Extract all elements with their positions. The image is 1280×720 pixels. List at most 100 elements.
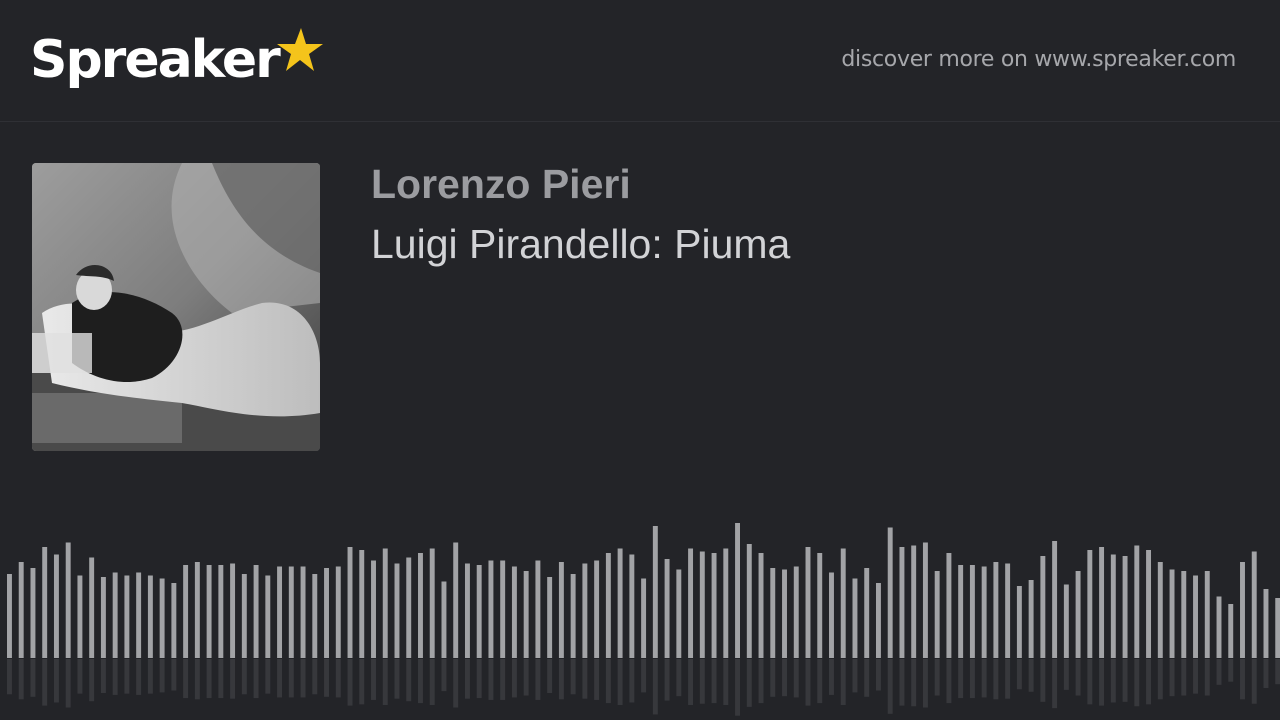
waveform-bar (1240, 562, 1245, 658)
waveform-bar-reflection (570, 659, 576, 695)
waveform-bar-reflection (300, 659, 306, 698)
waveform-bar (42, 547, 48, 658)
audio-waveform[interactable] (0, 500, 1280, 720)
waveform-bar-reflection (324, 659, 329, 697)
waveform-bar-reflection (1040, 659, 1046, 702)
waveform-bar-reflection (558, 659, 564, 700)
waveform-bar (887, 527, 893, 658)
waveform-bar (699, 551, 705, 658)
waveform-bar-reflection (1016, 659, 1022, 690)
waveform-bar (817, 553, 823, 658)
waveform-bar (147, 575, 153, 658)
waveform-bar (300, 566, 306, 658)
waveform-bar (523, 571, 529, 658)
waveform-bar (735, 523, 740, 658)
waveform-bar (406, 557, 412, 658)
waveform-bar-reflection (511, 659, 517, 698)
waveform-bar (782, 569, 787, 658)
waveform-bar-reflection (159, 659, 165, 693)
waveform-bar-reflection (782, 659, 787, 697)
waveform-bar-reflection (688, 659, 694, 705)
waveform-bar (1040, 556, 1046, 658)
waveform-bar-reflection (582, 659, 588, 699)
waveform-bar-reflection (711, 659, 717, 704)
waveform-bar (770, 568, 776, 658)
waveform-bar-reflection (241, 659, 247, 695)
waveform-bar-reflection (594, 659, 600, 700)
waveform-bar (652, 526, 658, 658)
waveform-bar-reflection (699, 659, 705, 704)
waveform-bar (500, 560, 506, 658)
author-name[interactable]: Lorenzo Pieri (371, 160, 631, 208)
waveform-bar (1204, 571, 1210, 658)
waveform-bar (922, 542, 928, 658)
waveform-bar-reflection (312, 659, 318, 695)
waveform-bar (1169, 569, 1175, 658)
discover-more-link[interactable]: discover more on www.spreaker.com (841, 47, 1236, 72)
waveform-bar (265, 575, 271, 658)
waveform-bar (664, 559, 670, 658)
waveform-bar-reflection (1181, 659, 1187, 696)
waveform-bar (746, 544, 752, 658)
spreaker-logo[interactable]: Spreaker (30, 24, 323, 96)
waveform-bar (359, 550, 365, 658)
waveform-bar (1087, 550, 1093, 658)
waveform-bar (441, 581, 447, 658)
waveform-bar-reflection (429, 659, 435, 705)
waveform-bar (570, 574, 576, 658)
waveform-bar-reflection (805, 659, 811, 706)
waveform-bar (641, 578, 647, 658)
waveform-bar (1193, 575, 1198, 658)
waveform-bar (1251, 551, 1257, 658)
waveform-bar (230, 563, 236, 658)
waveform-bar (1134, 545, 1140, 658)
waveform-bar (53, 554, 59, 658)
waveform-bar-reflection (887, 659, 893, 714)
waveform-bar-reflection (969, 659, 975, 699)
waveform-bar (605, 553, 611, 658)
waveform-bar-reflection (147, 659, 153, 694)
waveform-bar-reflection (1110, 659, 1116, 703)
waveform-bar-reflection (476, 659, 482, 699)
waveform-bar (277, 566, 283, 658)
waveform-bar-reflection (194, 659, 200, 700)
waveform-bar-reflection (735, 659, 740, 716)
waveform-bar (793, 566, 799, 658)
logo-text: Spreaker (30, 30, 281, 90)
waveform-bar-reflection (629, 659, 635, 703)
waveform-bar (18, 562, 24, 658)
waveform-bar-reflection (382, 659, 388, 705)
waveform-bar-reflection (500, 659, 506, 700)
waveform-bar-reflection (171, 659, 177, 691)
waveform-bar-reflection (112, 659, 118, 695)
waveform-bar (758, 553, 764, 658)
waveform-bar-reflection (652, 659, 658, 715)
waveform-bar (1157, 562, 1163, 658)
waveform-bar (159, 578, 165, 658)
waveform-bar-reflection (1204, 659, 1210, 696)
waveform-bar (194, 562, 200, 658)
waveform-bar-reflection (958, 659, 964, 699)
waveform-bar-reflection (206, 659, 212, 699)
cover-art (32, 163, 320, 451)
episode-title[interactable]: Luigi Pirandello: Piuma (371, 220, 790, 268)
waveform-bar-reflection (394, 659, 400, 699)
waveform-bar (1052, 541, 1058, 658)
waveform-bar-reflection (1134, 659, 1140, 707)
waveform-bar (347, 547, 353, 658)
waveform-bar (582, 563, 588, 658)
waveform-bar (1110, 554, 1116, 658)
waveform-bar (993, 562, 999, 658)
waveform-bar-reflection (253, 659, 259, 699)
waveform-bar (476, 565, 482, 658)
waveform-bar (488, 560, 494, 658)
waveform-bar-reflection (1193, 659, 1198, 694)
waveform-bar (100, 577, 106, 658)
waveform-bar-reflection (664, 659, 670, 701)
waveform-bar (805, 547, 811, 658)
waveform-bar (7, 574, 12, 658)
waveform-bar-reflection (817, 659, 823, 704)
waveform-bar-reflection (758, 659, 764, 704)
waveform-bar (1228, 604, 1234, 658)
waveform-bar (1028, 580, 1034, 658)
